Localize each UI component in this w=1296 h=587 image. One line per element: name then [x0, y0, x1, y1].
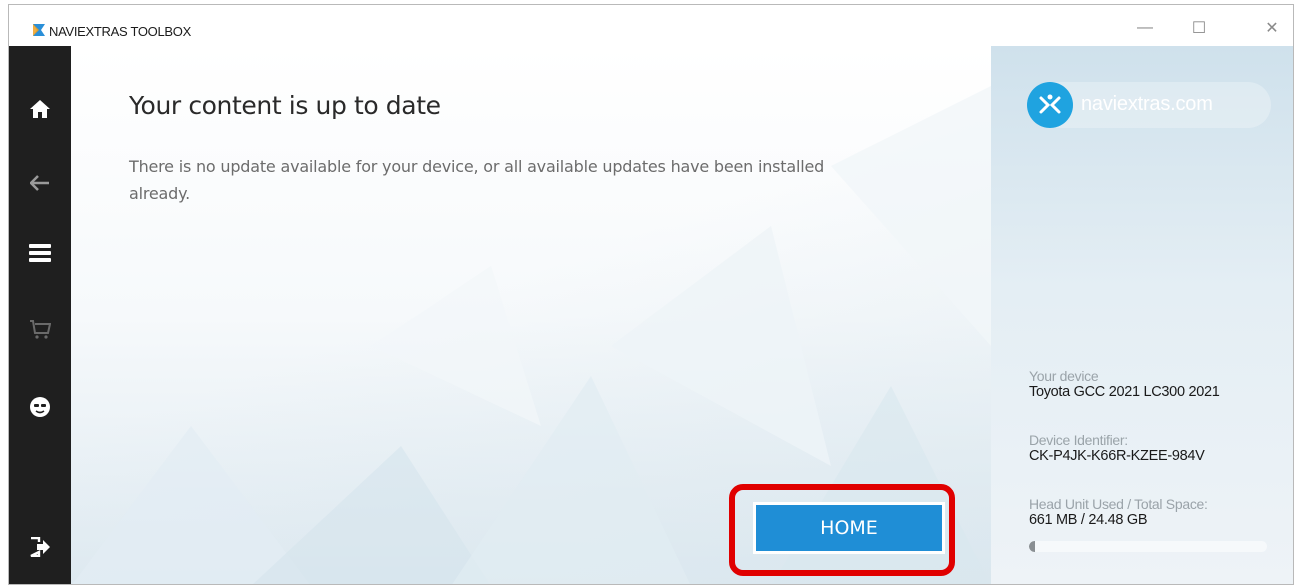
arrow-left-icon: [30, 175, 49, 191]
home-icon: [30, 100, 50, 118]
sidebar-item-home[interactable]: [9, 84, 71, 134]
device-block: Your device Toyota GCC 2021 LC300 2021: [1029, 368, 1220, 400]
storage-progress-bar: [1029, 541, 1267, 552]
home-button[interactable]: HOME: [753, 502, 945, 554]
storage-label: Head Unit Used / Total Space:: [1029, 496, 1208, 512]
identifier-block: Device Identifier: CK-P4JK-K66R-KZEE-984…: [1029, 432, 1205, 464]
identifier-label: Device Identifier:: [1029, 432, 1128, 448]
app-window: NAVIEXTRAS TOOLBOX — ☐ ✕ Your content is…: [8, 4, 1294, 585]
naviextras-logo-icon: [1027, 82, 1073, 128]
status-message: There is no update available for your de…: [129, 157, 825, 203]
menu-icon: [29, 244, 51, 262]
device-name: Toyota GCC 2021 LC300 2021: [1029, 384, 1220, 400]
title-bar[interactable]: NAVIEXTRAS TOOLBOX — ☐ ✕: [9, 5, 1293, 46]
device-label: Your device: [1029, 368, 1099, 384]
storage-value: 661 MB / 24.48 GB: [1029, 512, 1148, 528]
sidebar: [9, 46, 71, 584]
device-info-panel: naviextras.com Your device Toyota GCC 20…: [991, 46, 1293, 584]
sidebar-item-cart[interactable]: [9, 304, 71, 354]
minimize-button[interactable]: —: [1122, 13, 1168, 43]
storage-progress-fill: [1029, 541, 1036, 552]
naviextras-logo-icon: [33, 24, 45, 36]
storage-block: Head Unit Used / Total Space: 661 MB / 2…: [1029, 496, 1208, 528]
page-title: Your content is up to date: [129, 91, 441, 120]
sidebar-item-menu[interactable]: [9, 228, 71, 278]
cart-icon: [30, 320, 51, 339]
maximize-button[interactable]: ☐: [1176, 13, 1222, 43]
sidebar-item-back[interactable]: [9, 158, 71, 208]
identifier-value: CK-P4JK-K66R-KZEE-984V: [1029, 448, 1205, 464]
sidebar-item-profile[interactable]: [9, 382, 71, 432]
logo-text: naviextras.com: [1081, 93, 1213, 115]
window-title: NAVIEXTRAS TOOLBOX: [49, 24, 191, 39]
exit-icon: [30, 537, 50, 557]
naviextras-link[interactable]: naviextras.com: [1027, 82, 1271, 128]
close-button[interactable]: ✕: [1249, 13, 1293, 43]
sidebar-item-exit[interactable]: [9, 522, 71, 572]
profile-icon: [30, 397, 50, 417]
